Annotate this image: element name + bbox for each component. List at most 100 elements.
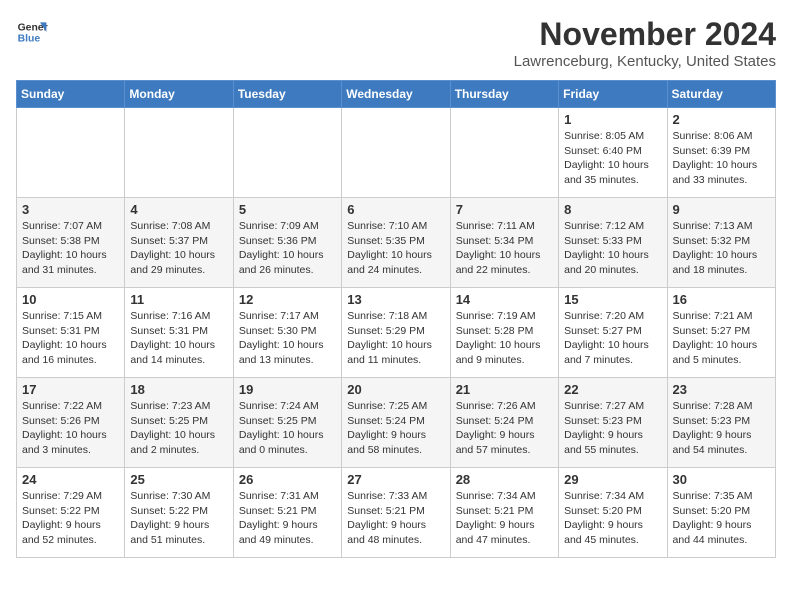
- calendar-cell: 13 Sunrise: 7:18 AM Sunset: 5:29 PM Dayli…: [342, 288, 450, 378]
- calendar-week-row: 1 Sunrise: 8:05 AM Sunset: 6:40 PM Daylig…: [17, 108, 776, 198]
- day-number: 27: [347, 472, 444, 487]
- day-info: Sunrise: 7:09 AM Sunset: 5:36 PM Dayligh…: [239, 219, 336, 278]
- day-number: 19: [239, 382, 336, 397]
- day-number: 20: [347, 382, 444, 397]
- day-number: 30: [673, 472, 770, 487]
- calendar-cell: 1 Sunrise: 8:05 AM Sunset: 6:40 PM Daylig…: [559, 108, 667, 198]
- day-number: 23: [673, 382, 770, 397]
- title-area: November 2024 Lawrenceburg, Kentucky, Un…: [514, 16, 776, 70]
- calendar-cell: 27 Sunrise: 7:33 AM Sunset: 5:21 PM Dayli…: [342, 468, 450, 558]
- calendar-cell: 10 Sunrise: 7:15 AM Sunset: 5:31 PM Dayli…: [17, 288, 125, 378]
- calendar-cell: 2 Sunrise: 8:06 AM Sunset: 6:39 PM Daylig…: [667, 108, 775, 198]
- calendar-cell: 30 Sunrise: 7:35 AM Sunset: 5:20 PM Dayli…: [667, 468, 775, 558]
- day-info: Sunrise: 7:31 AM Sunset: 5:21 PM Dayligh…: [239, 489, 336, 548]
- calendar-cell: 25Sunrise: 7:30 AM Sunset: 5:22 PM Dayli…: [125, 468, 233, 558]
- day-info: Sunrise: 7:34 AM Sunset: 5:21 PM Dayligh…: [456, 489, 553, 548]
- day-number: 21: [456, 382, 553, 397]
- day-info: Sunrise: 7:08 AM Sunset: 5:37 PM Dayligh…: [130, 219, 227, 278]
- calendar-cell: 4Sunrise: 7:08 AM Sunset: 5:37 PM Daylig…: [125, 198, 233, 288]
- calendar-cell: 16 Sunrise: 7:21 AM Sunset: 5:27 PM Dayli…: [667, 288, 775, 378]
- calendar-cell: 5 Sunrise: 7:09 AM Sunset: 5:36 PM Daylig…: [233, 198, 341, 288]
- calendar-week-row: 17 Sunrise: 7:22 AM Sunset: 5:26 PM Dayli…: [17, 378, 776, 468]
- calendar-cell: [125, 108, 233, 198]
- day-number: 11: [130, 292, 227, 307]
- weekday-header: Wednesday: [342, 81, 450, 108]
- day-number: 17: [22, 382, 119, 397]
- day-info: Sunrise: 7:21 AM Sunset: 5:27 PM Dayligh…: [673, 309, 770, 368]
- day-info: Sunrise: 7:19 AM Sunset: 5:28 PM Dayligh…: [456, 309, 553, 368]
- calendar-cell: 21 Sunrise: 7:26 AM Sunset: 5:24 PM Dayli…: [450, 378, 558, 468]
- weekday-header-row: SundayMondayTuesdayWednesdayThursdayFrid…: [17, 81, 776, 108]
- day-number: 13: [347, 292, 444, 307]
- day-number: 28: [456, 472, 553, 487]
- day-info: Sunrise: 7:23 AM Sunset: 5:25 PM Dayligh…: [130, 399, 227, 458]
- day-info: Sunrise: 8:06 AM Sunset: 6:39 PM Dayligh…: [673, 129, 770, 188]
- day-info: Sunrise: 8:05 AM Sunset: 6:40 PM Dayligh…: [564, 129, 661, 188]
- day-number: 18: [130, 382, 227, 397]
- day-info: Sunrise: 7:13 AM Sunset: 5:32 PM Dayligh…: [673, 219, 770, 278]
- calendar-week-row: 24 Sunrise: 7:29 AM Sunset: 5:22 PM Dayli…: [17, 468, 776, 558]
- calendar-cell: 18 Sunrise: 7:23 AM Sunset: 5:25 PM Dayli…: [125, 378, 233, 468]
- day-number: 16: [673, 292, 770, 307]
- day-info: Sunrise: 7:16 AM Sunset: 5:31 PM Dayligh…: [130, 309, 227, 368]
- calendar-cell: [450, 108, 558, 198]
- day-number: 1: [564, 112, 661, 127]
- calendar-cell: 11 Sunrise: 7:16 AM Sunset: 5:31 PM Dayli…: [125, 288, 233, 378]
- calendar-table: SundayMondayTuesdayWednesdayThursdayFrid…: [16, 80, 776, 558]
- day-info: Sunrise: 7:15 AM Sunset: 5:31 PM Dayligh…: [22, 309, 119, 368]
- day-number: 14: [456, 292, 553, 307]
- calendar-cell: 23 Sunrise: 7:28 AM Sunset: 5:23 PM Dayli…: [667, 378, 775, 468]
- calendar-cell: 29 Sunrise: 7:34 AM Sunset: 5:20 PM Dayli…: [559, 468, 667, 558]
- day-number: 2: [673, 112, 770, 127]
- calendar-cell: 24 Sunrise: 7:29 AM Sunset: 5:22 PM Dayli…: [17, 468, 125, 558]
- weekday-header: Sunday: [17, 81, 125, 108]
- day-info: Sunrise: 7:17 AM Sunset: 5:30 PM Dayligh…: [239, 309, 336, 368]
- calendar-cell: [17, 108, 125, 198]
- day-number: 29: [564, 472, 661, 487]
- svg-text:Blue: Blue: [18, 34, 41, 45]
- day-info: Sunrise: 7:29 AM Sunset: 5:22 PM Dayligh…: [22, 489, 119, 548]
- calendar-cell: 20 Sunrise: 7:25 AM Sunset: 5:24 PM Dayli…: [342, 378, 450, 468]
- calendar-cell: [342, 108, 450, 198]
- calendar-cell: 19 Sunrise: 7:24 AM Sunset: 5:25 PM Dayli…: [233, 378, 341, 468]
- day-info: Sunrise: 7:26 AM Sunset: 5:24 PM Dayligh…: [456, 399, 553, 458]
- calendar-cell: 15Sunrise: 7:20 AM Sunset: 5:27 PM Dayli…: [559, 288, 667, 378]
- day-info: Sunrise: 7:18 AM Sunset: 5:29 PM Dayligh…: [347, 309, 444, 368]
- day-number: 6: [347, 202, 444, 217]
- day-number: 25: [130, 472, 227, 487]
- day-info: Sunrise: 7:12 AM Sunset: 5:33 PM Dayligh…: [564, 219, 661, 278]
- day-number: 3: [22, 202, 119, 217]
- day-number: 22: [564, 382, 661, 397]
- calendar-week-row: 3 Sunrise: 7:07 AM Sunset: 5:38 PM Daylig…: [17, 198, 776, 288]
- month-title: November 2024: [514, 16, 776, 53]
- calendar-cell: 17 Sunrise: 7:22 AM Sunset: 5:26 PM Dayli…: [17, 378, 125, 468]
- weekday-header: Thursday: [450, 81, 558, 108]
- day-number: 7: [456, 202, 553, 217]
- calendar-cell: 22Sunrise: 7:27 AM Sunset: 5:23 PM Dayli…: [559, 378, 667, 468]
- weekday-header: Tuesday: [233, 81, 341, 108]
- day-number: 15: [564, 292, 661, 307]
- day-info: Sunrise: 7:24 AM Sunset: 5:25 PM Dayligh…: [239, 399, 336, 458]
- calendar-cell: 12 Sunrise: 7:17 AM Sunset: 5:30 PM Dayli…: [233, 288, 341, 378]
- day-info: Sunrise: 7:35 AM Sunset: 5:20 PM Dayligh…: [673, 489, 770, 548]
- day-info: Sunrise: 7:07 AM Sunset: 5:38 PM Dayligh…: [22, 219, 119, 278]
- day-info: Sunrise: 7:34 AM Sunset: 5:20 PM Dayligh…: [564, 489, 661, 548]
- day-number: 12: [239, 292, 336, 307]
- day-info: Sunrise: 7:28 AM Sunset: 5:23 PM Dayligh…: [673, 399, 770, 458]
- weekday-header: Saturday: [667, 81, 775, 108]
- day-info: Sunrise: 7:10 AM Sunset: 5:35 PM Dayligh…: [347, 219, 444, 278]
- calendar-week-row: 10 Sunrise: 7:15 AM Sunset: 5:31 PM Dayli…: [17, 288, 776, 378]
- day-number: 24: [22, 472, 119, 487]
- calendar-cell: 9 Sunrise: 7:13 AM Sunset: 5:32 PM Daylig…: [667, 198, 775, 288]
- day-number: 5: [239, 202, 336, 217]
- day-info: Sunrise: 7:33 AM Sunset: 5:21 PM Dayligh…: [347, 489, 444, 548]
- day-number: 26: [239, 472, 336, 487]
- day-info: Sunrise: 7:25 AM Sunset: 5:24 PM Dayligh…: [347, 399, 444, 458]
- location-subtitle: Lawrenceburg, Kentucky, United States: [514, 53, 776, 70]
- day-number: 10: [22, 292, 119, 307]
- day-number: 8: [564, 202, 661, 217]
- calendar-cell: 6 Sunrise: 7:10 AM Sunset: 5:35 PM Daylig…: [342, 198, 450, 288]
- day-info: Sunrise: 7:22 AM Sunset: 5:26 PM Dayligh…: [22, 399, 119, 458]
- day-info: Sunrise: 7:11 AM Sunset: 5:34 PM Dayligh…: [456, 219, 553, 278]
- day-number: 9: [673, 202, 770, 217]
